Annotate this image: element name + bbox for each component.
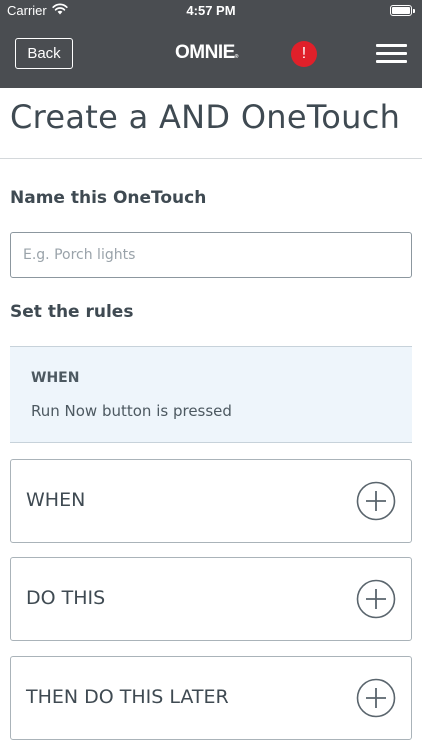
status-bar: Carrier 4:57 PM [0,0,422,22]
when-summary-description: Run Now button is pressed [31,402,232,420]
when-summary-heading: WHEN [31,370,80,386]
alert-icon[interactable]: ! [291,41,317,67]
omnie-logo: OMNIE® [175,42,239,66]
when-rule-summary[interactable]: WHEN Run Now button is pressed [10,346,412,443]
name-section-label: Name this OneTouch [10,188,207,208]
then-do-later-card-label: THEN DO THIS LATER [26,686,229,708]
hamburger-menu-icon[interactable] [376,44,407,64]
back-button[interactable]: Back [15,38,73,69]
onetouch-name-input[interactable] [10,232,412,278]
add-when-card[interactable]: WHEN [10,459,412,543]
page-title: Create a AND OneTouch [10,98,401,136]
logo-text: OMNIE [175,42,235,63]
title-divider [0,158,422,159]
when-card-label: WHEN [26,489,86,511]
add-do-this-card[interactable]: DO THIS [10,557,412,641]
plus-circle-icon[interactable] [356,481,396,521]
plus-circle-icon[interactable] [356,678,396,718]
plus-circle-icon[interactable] [356,579,396,619]
add-then-do-later-card[interactable]: THEN DO THIS LATER [10,656,412,740]
alert-symbol: ! [301,45,307,62]
nav-bar: Back OMNIE® ! [0,22,422,88]
logo-registered-mark: ® [234,54,239,60]
rules-section-label: Set the rules [10,302,134,322]
battery-icon [390,5,415,16]
do-this-card-label: DO THIS [26,587,106,609]
clock: 4:57 PM [186,3,236,18]
